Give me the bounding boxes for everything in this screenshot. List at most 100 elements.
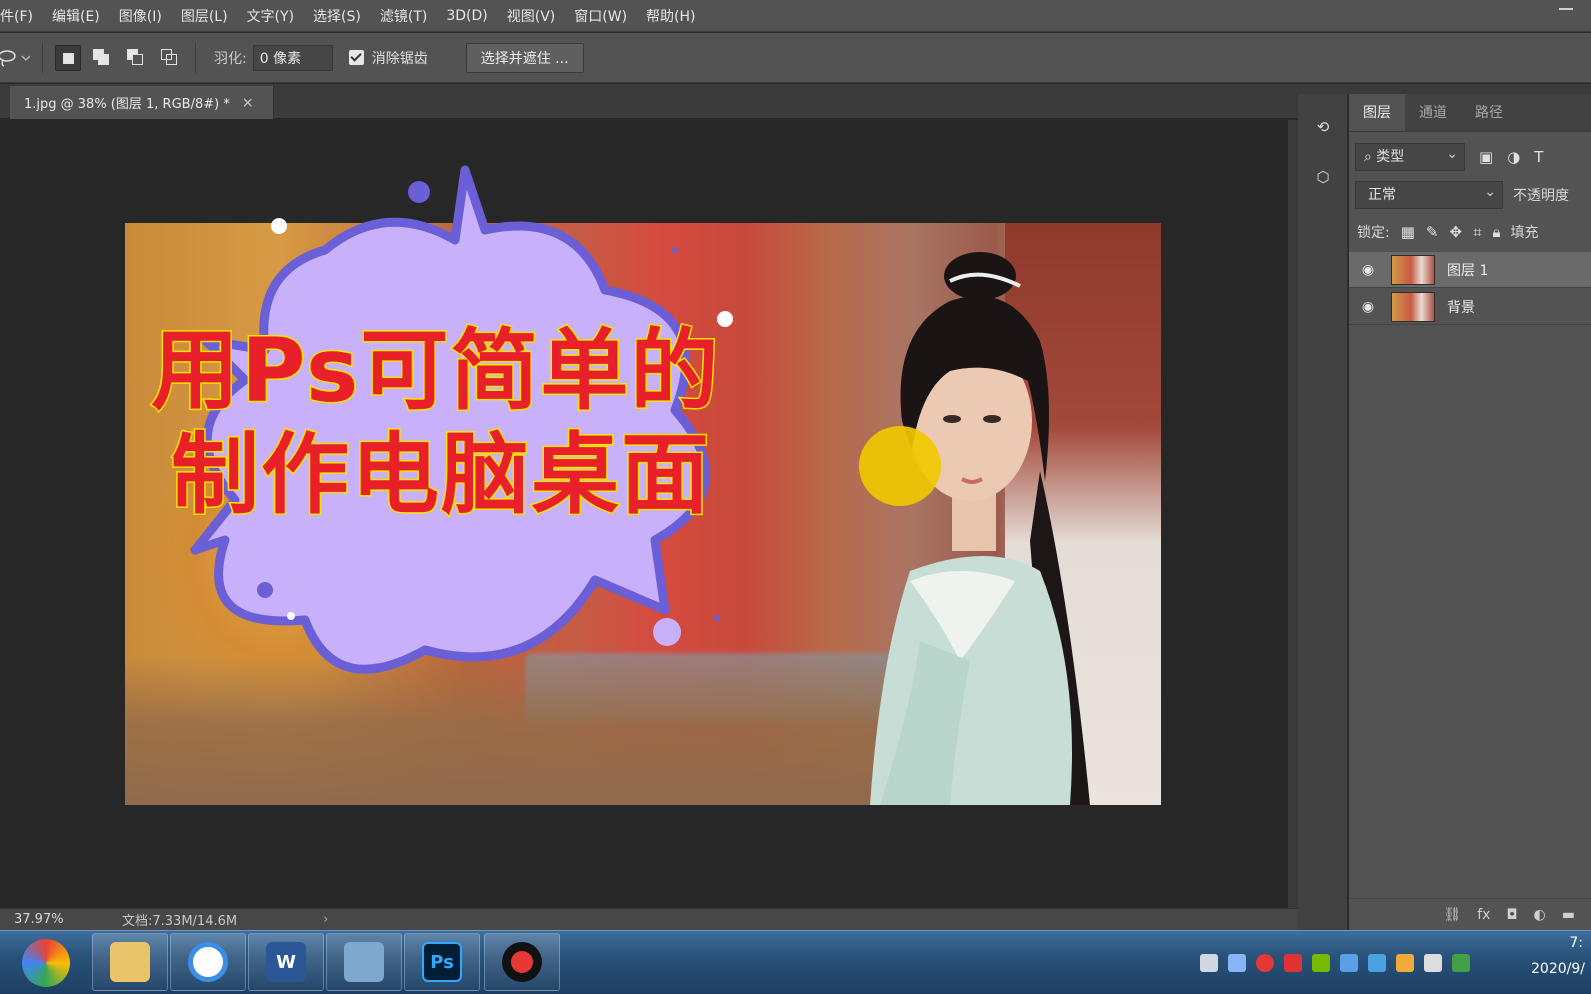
tab-layers[interactable]: 图层: [1349, 94, 1405, 131]
menu-bar: 件(F) 编辑(E) 图像(I) 图层(L) 文字(Y) 选择(S) 滤镜(T)…: [0, 0, 1591, 32]
layer-filter-select[interactable]: ⌕ 类型: [1355, 141, 1465, 171]
type-filter-icon[interactable]: T: [1534, 148, 1543, 166]
lasso-tool-preset[interactable]: [0, 43, 34, 73]
zoom-level[interactable]: 37.97%: [14, 912, 104, 927]
layers-panel-footer: ⛓ fx ◘ ◐ ▬: [1349, 898, 1591, 930]
network-icon[interactable]: [1228, 954, 1246, 972]
remote-desktop-icon[interactable]: [326, 933, 402, 991]
search-icon: ⌕: [1364, 149, 1377, 165]
start-button[interactable]: [22, 939, 70, 987]
lock-artboard-icon[interactable]: ⌗: [1473, 223, 1481, 241]
document-tab-bar: 1.jpg @ 38% (图层 1, RGB/8#) * ×: [0, 84, 1298, 119]
opacity-label: 不透明度: [1513, 188, 1569, 204]
lock-transparency-icon[interactable]: ▦: [1401, 223, 1415, 241]
status-bar: 37.97% 文档:7.33M/14.6M ›: [0, 908, 1298, 930]
tab-channels[interactable]: 通道: [1405, 94, 1461, 131]
canvas[interactable]: 用Ps可简单的 制作电脑桌面: [10, 120, 1288, 908]
highlight-circle: [859, 426, 941, 506]
tab-paths[interactable]: 路径: [1461, 94, 1517, 131]
layer-filter-value: 类型: [1376, 149, 1405, 165]
layer-name: 背景: [1447, 299, 1475, 316]
keyboard-icon[interactable]: [1200, 954, 1218, 972]
lock-row: 锁定: ▦ ✎ ✥ ⌗ 🔒︎ 填充: [1357, 218, 1591, 246]
select-and-mask-button[interactable]: 选择并遮住 ...: [465, 42, 584, 73]
layer-filter-row: ⌕ 类型 ▣ ◑ T: [1355, 141, 1591, 172]
menu-file[interactable]: 件(F): [0, 6, 33, 26]
nvidia-icon[interactable]: [1312, 954, 1330, 972]
shield-icon[interactable]: [1452, 954, 1470, 972]
file-explorer-icon[interactable]: [92, 933, 168, 991]
layer-row[interactable]: ◉ 图层 1: [1349, 252, 1591, 288]
intersect-selection-button[interactable]: [157, 45, 183, 71]
adjustment-filter-icon[interactable]: ◑: [1507, 148, 1520, 166]
system-tray: 7: 2020/9/: [1190, 931, 1591, 994]
blend-mode-select[interactable]: 正常: [1355, 179, 1503, 209]
security-icon[interactable]: [1284, 954, 1302, 972]
layer-name: 图层 1: [1447, 262, 1489, 279]
taskbar: W Ps 7: 2020/9/: [0, 930, 1591, 994]
power-icon[interactable]: [1396, 954, 1414, 972]
document-size-info: 文档:7.33M/14.6M: [122, 914, 238, 929]
photoshop-label: Ps: [422, 942, 462, 982]
add-to-selection-button[interactable]: [89, 45, 115, 71]
image-filter-icon[interactable]: ▣: [1479, 148, 1493, 166]
word-icon[interactable]: W: [248, 933, 324, 991]
antialias-label: 消除锯齿: [371, 50, 428, 67]
record-tray-icon[interactable]: [1256, 954, 1274, 972]
clock-date[interactable]: 2020/9/: [1531, 961, 1585, 977]
status-menu-arrow[interactable]: ›: [323, 912, 328, 927]
link-icon[interactable]: ⛓: [1443, 907, 1461, 923]
eye-icon[interactable]: ◉: [1353, 299, 1383, 315]
lock-brush-icon[interactable]: ✎: [1426, 223, 1439, 241]
document-tab[interactable]: 1.jpg @ 38% (图层 1, RGB/8#) * ×: [10, 86, 274, 119]
app-tray-icon[interactable]: [1368, 954, 1386, 972]
volume-icon[interactable]: [1424, 954, 1442, 972]
adjustment-icon[interactable]: ◐: [1534, 907, 1546, 923]
lock-move-icon[interactable]: ✥: [1449, 223, 1462, 241]
new-selection-button[interactable]: [55, 44, 81, 71]
menu-select[interactable]: 选择(S): [313, 6, 361, 26]
minimize-button[interactable]: [1559, 8, 1573, 10]
panel-tabs: 图层 通道 路径: [1349, 94, 1591, 132]
document-tab-title: 1.jpg @ 38% (图层 1, RGB/8#) *: [24, 97, 230, 112]
subtract-from-selection-button[interactable]: [123, 45, 149, 71]
baidu-netdisk-icon[interactable]: [170, 933, 246, 991]
document-area: 1.jpg @ 38% (图层 1, RGB/8#) * × 用Ps可简单的 制…: [0, 84, 1298, 930]
fill-label: 填充: [1510, 225, 1539, 241]
eye-icon[interactable]: ◉: [1353, 262, 1383, 278]
title-line-2: 制作电脑桌面: [169, 423, 712, 526]
lock-all-icon[interactable]: 🔒︎: [1493, 223, 1501, 241]
photoshop-icon[interactable]: Ps: [404, 933, 480, 991]
lock-label: 锁定:: [1357, 225, 1390, 241]
bluetooth-icon[interactable]: [1340, 954, 1358, 972]
woman-figure: [870, 252, 1090, 805]
layer-thumbnail: [1391, 291, 1435, 322]
folder-icon[interactable]: ▬: [1562, 907, 1575, 923]
menu-type[interactable]: 文字(Y): [247, 6, 294, 26]
menu-view[interactable]: 视图(V): [507, 6, 556, 26]
title-line-1: 用Ps可简单的: [149, 319, 721, 422]
antialias-checkbox[interactable]: [348, 50, 364, 65]
panel-dock: ⟲ ⬡: [1298, 94, 1348, 930]
layer-row[interactable]: ◉ 背景: [1349, 289, 1591, 325]
menu-help[interactable]: 帮助(H): [646, 6, 695, 26]
fx-icon[interactable]: fx: [1477, 907, 1490, 923]
feather-input[interactable]: [252, 44, 333, 71]
close-icon[interactable]: ×: [242, 95, 254, 111]
panel-collapse-bar[interactable]: [1298, 84, 1591, 94]
mask-icon[interactable]: ◘: [1506, 907, 1517, 923]
options-bar: 羽化: 消除锯齿 选择并遮住 ...: [0, 33, 1591, 83]
menu-image[interactable]: 图像(I): [119, 6, 162, 26]
3d-icon[interactable]: ⬡: [1306, 160, 1340, 194]
history-icon[interactable]: ⟲: [1306, 110, 1340, 144]
feather-label: 羽化:: [214, 50, 247, 67]
clock-time[interactable]: 7:: [1569, 935, 1583, 951]
menu-window[interactable]: 窗口(W): [574, 6, 627, 26]
vertical-scrollbar[interactable]: [1288, 120, 1298, 908]
record-icon[interactable]: [484, 933, 560, 991]
menu-3d[interactable]: 3D(D): [446, 8, 487, 24]
menu-filter[interactable]: 滤镜(T): [380, 6, 427, 26]
menu-edit[interactable]: 编辑(E): [52, 6, 100, 26]
divider: [42, 42, 43, 73]
menu-layer[interactable]: 图层(L): [181, 6, 228, 26]
